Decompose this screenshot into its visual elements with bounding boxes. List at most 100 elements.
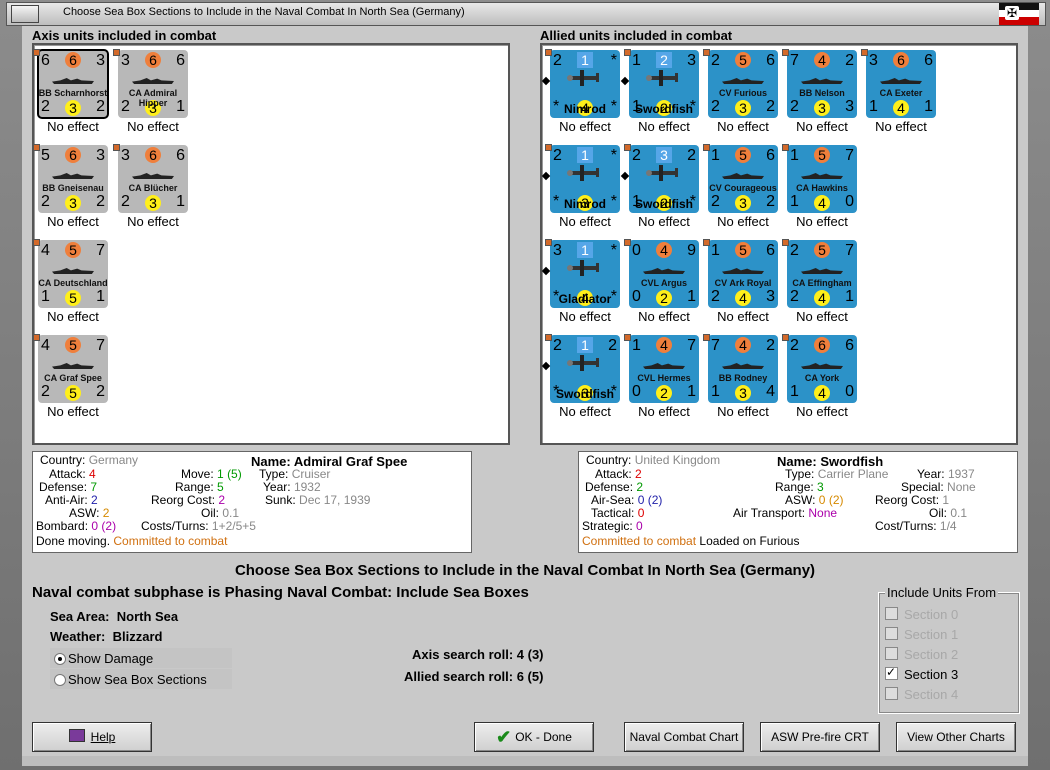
unit-counter[interactable]: 3 6 2 1 6 3 CA Blücher (118, 145, 188, 213)
allied-units-panel[interactable]: 2 * * * 1 4 Nimrod No effect 1 3 1 * 2 2 Swordfish No e… (540, 43, 1018, 445)
defense-left-value: 2 (711, 98, 720, 115)
unit-counter[interactable]: 2 2 * * 1 3 Swordfish (550, 335, 620, 403)
unit-counter[interactable]: 1 3 1 * 2 2 Swordfish (629, 50, 699, 118)
defense-left-value: 2 (121, 193, 130, 210)
unit-name: BB Nelson (799, 88, 845, 98)
combat-effect-label: No effect (47, 309, 99, 324)
range-value: 7 (845, 147, 854, 164)
unit-counter[interactable]: 1 6 2 3 5 4 CV Ark Royal (708, 240, 778, 308)
combat-effect-label: No effect (796, 119, 848, 134)
defense-factor-badge: 4 (735, 290, 751, 306)
checkmark-icon: ✔ (496, 727, 512, 747)
status-pip-icon (545, 144, 552, 151)
defense-left-value: 1 (790, 383, 799, 400)
combat-effect-label: No effect (638, 119, 690, 134)
defense-factor-badge: 4 (814, 385, 830, 401)
window-title: Choose Sea Box Sections to Include in th… (63, 6, 465, 18)
unit-counter[interactable]: 4 7 1 1 5 5 CA Deutschland (38, 240, 108, 308)
status-pip-icon (782, 334, 789, 341)
sea-area-label: Sea Area: North Sea (50, 609, 179, 624)
defense-right-value: 1 (845, 288, 854, 305)
attack-value: 6 (41, 52, 50, 69)
attack-factor-badge: 1 (577, 147, 593, 163)
attack-factor-badge: 1 (577, 337, 593, 353)
attack-factor-badge: 4 (814, 52, 830, 68)
unit-name: CV Furious (718, 88, 767, 98)
naval-combat-chart-button[interactable]: Naval Combat Chart (624, 722, 744, 752)
defense-factor-badge: 3 (735, 195, 751, 211)
unit-name: CA Graf Spee (44, 373, 102, 383)
section-checkbox-0[interactable]: Section 0 (885, 607, 958, 622)
defense-right-value: 1 (176, 193, 185, 210)
unit-name: CA Deutschland (38, 278, 108, 288)
unit-counter[interactable]: 2 6 1 0 6 4 CA York (787, 335, 857, 403)
unit-counter[interactable]: 1 7 0 1 4 2 CVL Hermes (629, 335, 699, 403)
range-value: 6 (924, 52, 933, 69)
unit-counter[interactable]: 0 9 0 1 4 2 CVL Argus (629, 240, 699, 308)
checkbox-icon (885, 607, 898, 620)
unit-counter[interactable]: 1 6 2 2 5 3 CV Courageous (708, 145, 778, 213)
ok-done-button[interactable]: ✔ OK - Done (474, 722, 594, 752)
status-pip-icon (782, 49, 789, 56)
attack-factor-badge: 5 (735, 52, 751, 68)
unit-counter[interactable]: 7 2 2 3 4 3 BB Nelson (787, 50, 857, 118)
unit-counter[interactable]: 2 7 2 1 5 4 CA Effingham (787, 240, 857, 308)
plane-icon (566, 163, 604, 183)
axis-units-panel[interactable]: 6 3 2 2 6 3 BB Scharnhorst No effect 3 6 2 1 6 3 CA Ad… (32, 43, 510, 445)
attack-value: 1 (632, 52, 641, 69)
status-pip-icon (624, 239, 631, 246)
ship-icon (880, 78, 922, 84)
range-value: 3 (687, 52, 696, 69)
unit-counter[interactable]: 2 * * * 1 4 Nimrod (550, 50, 620, 118)
attack-factor-badge: 4 (656, 242, 672, 258)
defense-left-value: 2 (41, 193, 50, 210)
attack-value: 2 (553, 147, 562, 164)
unit-counter[interactable]: 2 6 2 2 5 3 CV Furious (708, 50, 778, 118)
help-button[interactable]: Help (32, 722, 152, 752)
combat-effect-label: No effect (559, 404, 611, 419)
unit-counter[interactable]: 2 2 1 * 3 2 Swordfish (629, 145, 699, 213)
defense-factor-badge: 2 (656, 385, 672, 401)
ship-icon (52, 78, 94, 84)
unit-counter[interactable]: 6 3 2 2 6 3 BB Scharnhorst (37, 49, 109, 119)
combat-effect-label: No effect (47, 119, 99, 134)
unit-counter[interactable]: 3 6 2 1 6 3 CA Admiral Hipper (118, 50, 188, 118)
defense-left-value: 1 (869, 98, 878, 115)
unit-counter[interactable]: 1 7 1 0 5 4 CA Hawkins (787, 145, 857, 213)
status-pip-icon (33, 49, 40, 56)
unit-counter[interactable]: 7 2 1 4 4 3 BB Rodney (708, 335, 778, 403)
attack-value: 2 (632, 147, 641, 164)
asw-prefire-crt-button[interactable]: ASW Pre-fire CRT (760, 722, 880, 752)
attack-value: 0 (632, 242, 641, 259)
unit-counter[interactable]: 4 7 2 2 5 5 CA Graf Spee (38, 335, 108, 403)
ship-icon (132, 78, 174, 84)
defense-right-value: 1 (96, 288, 105, 305)
carrier-diamond-icon (541, 266, 551, 276)
unit-counter[interactable]: 5 3 2 2 6 3 BB Gneisenau (38, 145, 108, 213)
german-flag-icon: ✠ (999, 3, 1039, 25)
unit-counter[interactable]: 3 6 1 1 6 4 CA Exeter (866, 50, 936, 118)
ship-icon (643, 268, 685, 274)
defense-left-value: 1 (41, 288, 50, 305)
system-menu-button[interactable] (11, 5, 39, 23)
section-checkbox-2[interactable]: Section 2 (885, 647, 958, 662)
section-checkbox-1[interactable]: Section 1 (885, 627, 958, 642)
attack-factor-badge: 6 (145, 52, 161, 68)
status-pip-icon (33, 239, 40, 246)
attack-factor-badge: 5 (735, 147, 751, 163)
range-value: 7 (96, 337, 105, 354)
section-checkbox-3[interactable]: Section 3 (885, 665, 958, 682)
defense-factor-badge: 3 (65, 195, 81, 211)
range-value: * (610, 242, 617, 259)
combat-effect-label: No effect (717, 309, 769, 324)
range-value: 6 (176, 52, 185, 69)
show-damage-radio[interactable]: Show Damage (50, 648, 232, 668)
view-other-charts-button[interactable]: View Other Charts (896, 722, 1016, 752)
unit-counter[interactable]: 3 * * * 1 4 Gladiator (550, 240, 620, 308)
unit-name: Swordfish (634, 102, 693, 116)
unit-counter[interactable]: 2 * * * 1 3 Nimrod (550, 145, 620, 213)
status-pip-icon (113, 49, 120, 56)
show-sea-box-sections-radio[interactable]: Show Sea Box Sections (50, 669, 232, 689)
attack-value: 3 (553, 242, 562, 259)
section-checkbox-4[interactable]: Section 4 (885, 687, 958, 702)
